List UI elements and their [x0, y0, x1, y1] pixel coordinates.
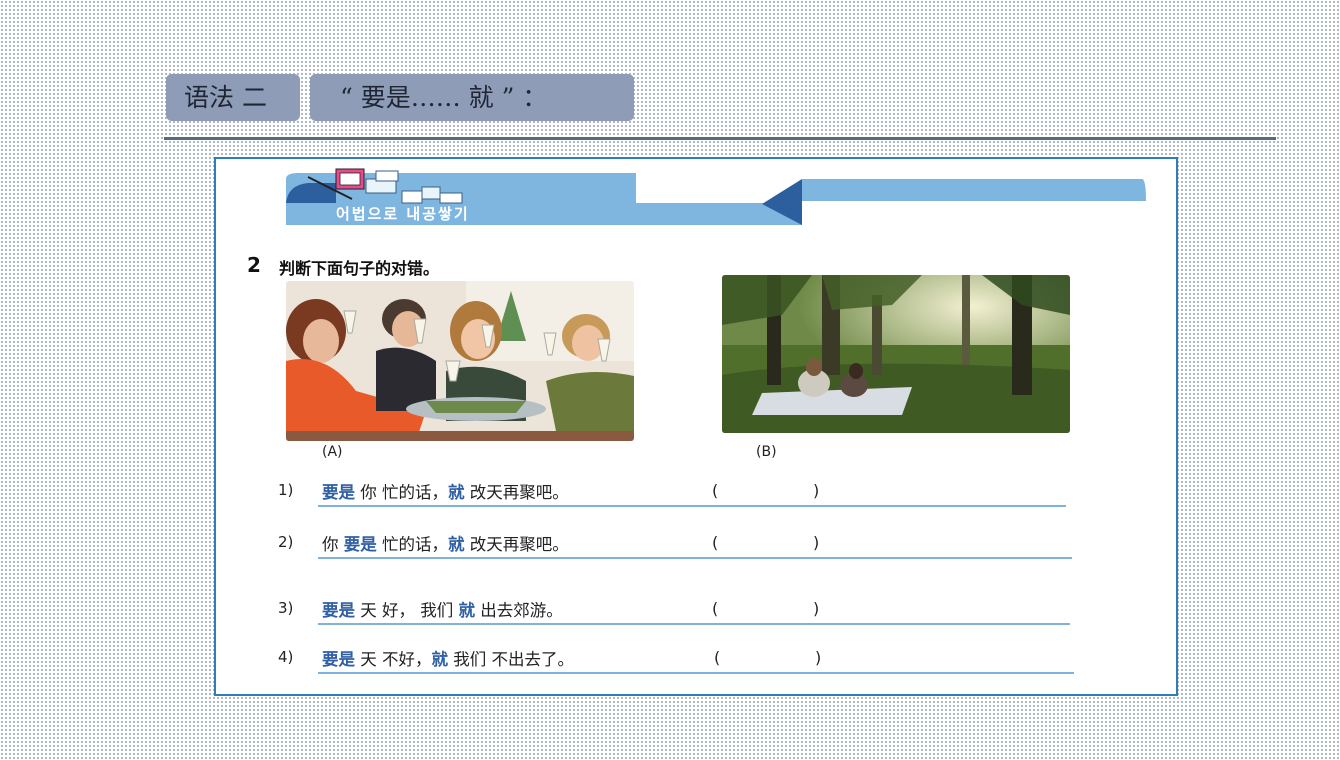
people-toasting-photo: [286, 281, 634, 441]
answer-close-paren: ): [813, 599, 820, 618]
item-number: 1): [278, 481, 294, 499]
answer-open-paren: (: [714, 648, 721, 667]
item-sentence: 你 要是 忙的话，就 改天再聚吧。: [322, 535, 569, 554]
banner-title: 어법으로 내공쌓기: [336, 205, 470, 223]
exercise-number: 2: [247, 253, 261, 277]
photo-b-caption: (B): [756, 444, 777, 460]
item-sentence: 要是 你 忙的话，就 改天再聚吧。: [322, 483, 569, 502]
answer-open-paren: (: [712, 481, 719, 500]
grammar-pattern-label: “ 要是…… 就 ” ：: [310, 74, 634, 121]
answer-close-paren: ): [815, 648, 822, 667]
banner-right-ribbon: [802, 179, 1146, 201]
answer-line: [318, 505, 1066, 507]
item-number: 3): [278, 599, 294, 617]
item-sentence: 要是 天 好， 我们 就 出去郊游。: [322, 601, 563, 620]
item-number: 2): [278, 533, 294, 551]
answer-open-paren: (: [712, 599, 719, 618]
answer-open-paren: (: [712, 533, 719, 552]
exercise-card: 어법으로 내공쌓기 2 判断下面句子的对错。 (A) (B) 1) 要是 你 忙…: [214, 157, 1178, 696]
answer-line: [318, 557, 1072, 559]
photo-a-caption: (A): [322, 444, 343, 460]
answer-close-paren: ): [813, 481, 820, 500]
item-number: 4): [278, 648, 294, 666]
exercise-instruction: 判断下面句子的对错。: [279, 259, 440, 278]
exercise-banner: [286, 168, 1146, 225]
section-label: 语法 二: [166, 74, 300, 121]
item-sentence: 要是 天 不好，就 我们 不出去了。: [322, 650, 574, 669]
answer-line: [318, 623, 1070, 625]
answer-line: [318, 672, 1074, 674]
forest-picnic-photo: [722, 275, 1070, 433]
title-divider: [164, 137, 1276, 140]
answer-close-paren: ): [813, 533, 820, 552]
